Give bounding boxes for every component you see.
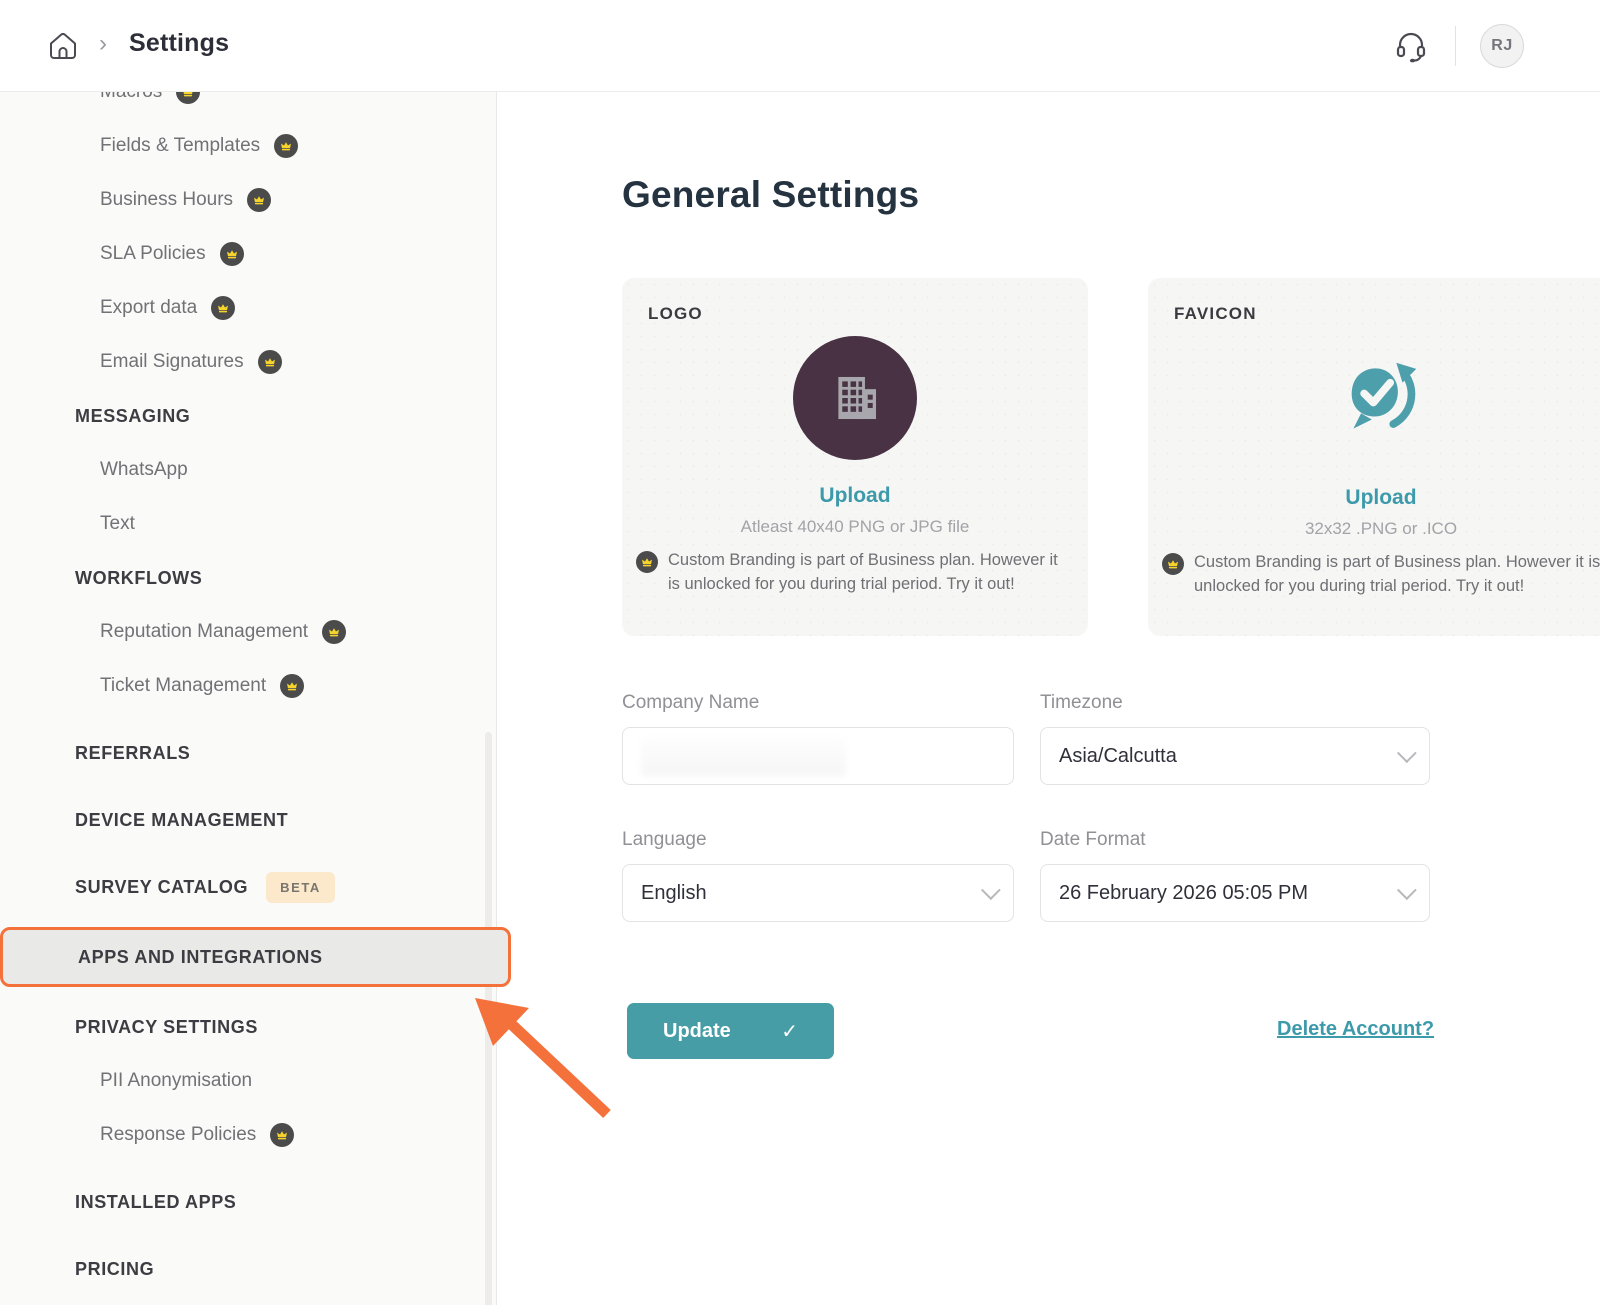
sidebar-item-label: Fields & Templates xyxy=(100,135,260,157)
language-label: Language xyxy=(622,829,707,851)
sidebar-item-text[interactable]: Text xyxy=(0,497,496,551)
logo-upload-link[interactable]: Upload xyxy=(819,484,890,508)
breadcrumb-chevron-icon: › xyxy=(99,30,107,58)
sidebar-item-label: REFERRALS xyxy=(75,743,190,764)
timezone-value: Asia/Calcutta xyxy=(1059,745,1177,768)
favicon-upload-card: FAVICON Upload 32x32 .PNG or .ICO Custom… xyxy=(1148,278,1600,636)
chevron-down-icon xyxy=(1397,880,1417,900)
update-button[interactable]: Update ✓ xyxy=(627,1003,834,1059)
update-button-label: Update xyxy=(663,1020,731,1043)
sidebar-item-workflows[interactable]: WORKFLOWS xyxy=(0,551,496,605)
crown-icon xyxy=(258,350,282,374)
logo-branding-note: Custom Branding is part of Business plan… xyxy=(636,549,1070,597)
sidebar-item-label: APPS AND INTEGRATIONS xyxy=(78,947,323,968)
crown-icon xyxy=(211,296,235,320)
timezone-select[interactable]: Asia/Calcutta xyxy=(1040,727,1430,785)
sidebar-item-label: PRICING xyxy=(75,1259,154,1280)
check-icon: ✓ xyxy=(781,1019,798,1044)
home-icon[interactable] xyxy=(46,29,80,63)
sidebar-item-label: DEVICE MANAGEMENT xyxy=(75,810,288,831)
sidebar-item-reputation-management[interactable]: Reputation Management xyxy=(0,605,496,659)
date-format-value: 26 February 2026 05:05 PM xyxy=(1059,882,1308,905)
sidebar-nav: MacrosFields & TemplatesBusiness HoursSL… xyxy=(0,65,496,1296)
company-name-label: Company Name xyxy=(622,692,759,714)
sidebar-item-label: Export data xyxy=(100,297,197,319)
sidebar-item-whatsapp[interactable]: WhatsApp xyxy=(0,443,496,497)
sparrow-bird-icon xyxy=(1335,352,1427,444)
delete-account-link[interactable]: Delete Account? xyxy=(1277,1018,1434,1041)
sidebar-item-export-data[interactable]: Export data xyxy=(0,281,496,335)
company-logo-preview[interactable] xyxy=(793,336,917,460)
favicon-upload-link[interactable]: Upload xyxy=(1345,486,1416,510)
sidebar-item-device-management[interactable]: DEVICE MANAGEMENT xyxy=(0,793,496,847)
crown-icon xyxy=(220,242,244,266)
crown-icon xyxy=(247,188,271,212)
breadcrumb-title: Settings xyxy=(129,29,229,58)
language-value: English xyxy=(641,882,707,905)
favicon-branding-note-text: Custom Branding is part of Business plan… xyxy=(1194,551,1600,599)
timezone-label: Timezone xyxy=(1040,692,1123,714)
sidebar-item-label: SLA Policies xyxy=(100,243,206,265)
sidebar-item-label: Response Policies xyxy=(100,1124,256,1146)
logo-card-label: LOGO xyxy=(648,304,703,324)
sidebar-item-ticket-management[interactable]: Ticket Management xyxy=(0,659,496,713)
top-bar: › Settings RJ xyxy=(0,0,1600,92)
sidebar-item-survey-catalog[interactable]: SURVEY CATALOG BETA xyxy=(0,860,496,914)
date-format-select[interactable]: 26 February 2026 05:05 PM xyxy=(1040,864,1430,922)
chevron-down-icon xyxy=(981,880,1001,900)
sidebar-scrollbar[interactable] xyxy=(485,732,492,1305)
app-root: › Settings RJ MacrosFields & TemplatesBu… xyxy=(0,0,1600,1305)
avatar[interactable]: RJ xyxy=(1480,24,1524,68)
favicon-branding-note: Custom Branding is part of Business plan… xyxy=(1162,551,1600,599)
beta-badge: BETA xyxy=(266,872,335,903)
sidebar-item-business-hours[interactable]: Business Hours xyxy=(0,173,496,227)
sidebar-item-response-policies[interactable]: Response Policies xyxy=(0,1108,496,1162)
sidebar-item-pii-anonymisation[interactable]: PII Anonymisation xyxy=(0,1054,496,1108)
sidebar-item-label: PRIVACY SETTINGS xyxy=(75,1017,258,1038)
logo-upload-card: LOGO Upload xyxy=(622,278,1088,636)
sidebar-item-label: Email Signatures xyxy=(100,351,244,373)
sidebar-item-label: Business Hours xyxy=(100,189,233,211)
favicon-card-label: FAVICON xyxy=(1174,304,1257,324)
headset-support-icon[interactable] xyxy=(1395,29,1427,63)
crown-icon xyxy=(270,1123,294,1147)
sidebar-item-apps-and-integrations[interactable]: APPS AND INTEGRATIONS xyxy=(0,927,511,987)
sidebar-item-pricing[interactable]: PRICING xyxy=(0,1242,496,1296)
sidebar-item-privacy-settings[interactable]: PRIVACY SETTINGS xyxy=(0,1000,496,1054)
sidebar-item-label: Ticket Management xyxy=(100,675,266,697)
logo-upload-hint: Atleast 40x40 PNG or JPG file xyxy=(741,517,970,537)
sidebar-item-label: WhatsApp xyxy=(100,459,188,481)
sidebar: MacrosFields & TemplatesBusiness HoursSL… xyxy=(0,92,497,1305)
favicon-preview[interactable] xyxy=(1333,350,1429,446)
sidebar-item-label: WORKFLOWS xyxy=(75,568,202,589)
sidebar-item-label: MESSAGING xyxy=(75,406,190,427)
sidebar-item-referrals[interactable]: REFERRALS xyxy=(0,726,496,780)
crown-icon xyxy=(1162,553,1184,575)
page-title: General Settings xyxy=(622,174,919,216)
crown-icon xyxy=(280,674,304,698)
crown-icon xyxy=(274,134,298,158)
favicon-upload-hint: 32x32 .PNG or .ICO xyxy=(1305,519,1457,539)
language-select[interactable]: English xyxy=(622,864,1014,922)
logo-branding-note-text: Custom Branding is part of Business plan… xyxy=(668,549,1060,597)
redacted-company-name xyxy=(641,738,846,776)
sidebar-item-label: PII Anonymisation xyxy=(100,1070,252,1092)
sidebar-item-label: Text xyxy=(100,513,135,535)
crown-icon xyxy=(636,551,658,573)
sidebar-item-label: INSTALLED APPS xyxy=(75,1192,236,1213)
sidebar-item-fields-templates[interactable]: Fields & Templates xyxy=(0,119,496,173)
sidebar-item-installed-apps[interactable]: INSTALLED APPS xyxy=(0,1175,496,1229)
sidebar-item-label: SURVEY CATALOG xyxy=(75,877,248,898)
header-divider xyxy=(1455,26,1456,66)
date-format-label: Date Format xyxy=(1040,829,1146,851)
sidebar-item-sla-policies[interactable]: SLA Policies xyxy=(0,227,496,281)
company-name-input[interactable] xyxy=(622,727,1014,785)
sidebar-item-messaging[interactable]: MESSAGING xyxy=(0,389,496,443)
building-icon xyxy=(824,367,886,429)
sidebar-item-label: Reputation Management xyxy=(100,621,308,643)
chevron-down-icon xyxy=(1397,743,1417,763)
sidebar-item-email-signatures[interactable]: Email Signatures xyxy=(0,335,496,389)
crown-icon xyxy=(322,620,346,644)
